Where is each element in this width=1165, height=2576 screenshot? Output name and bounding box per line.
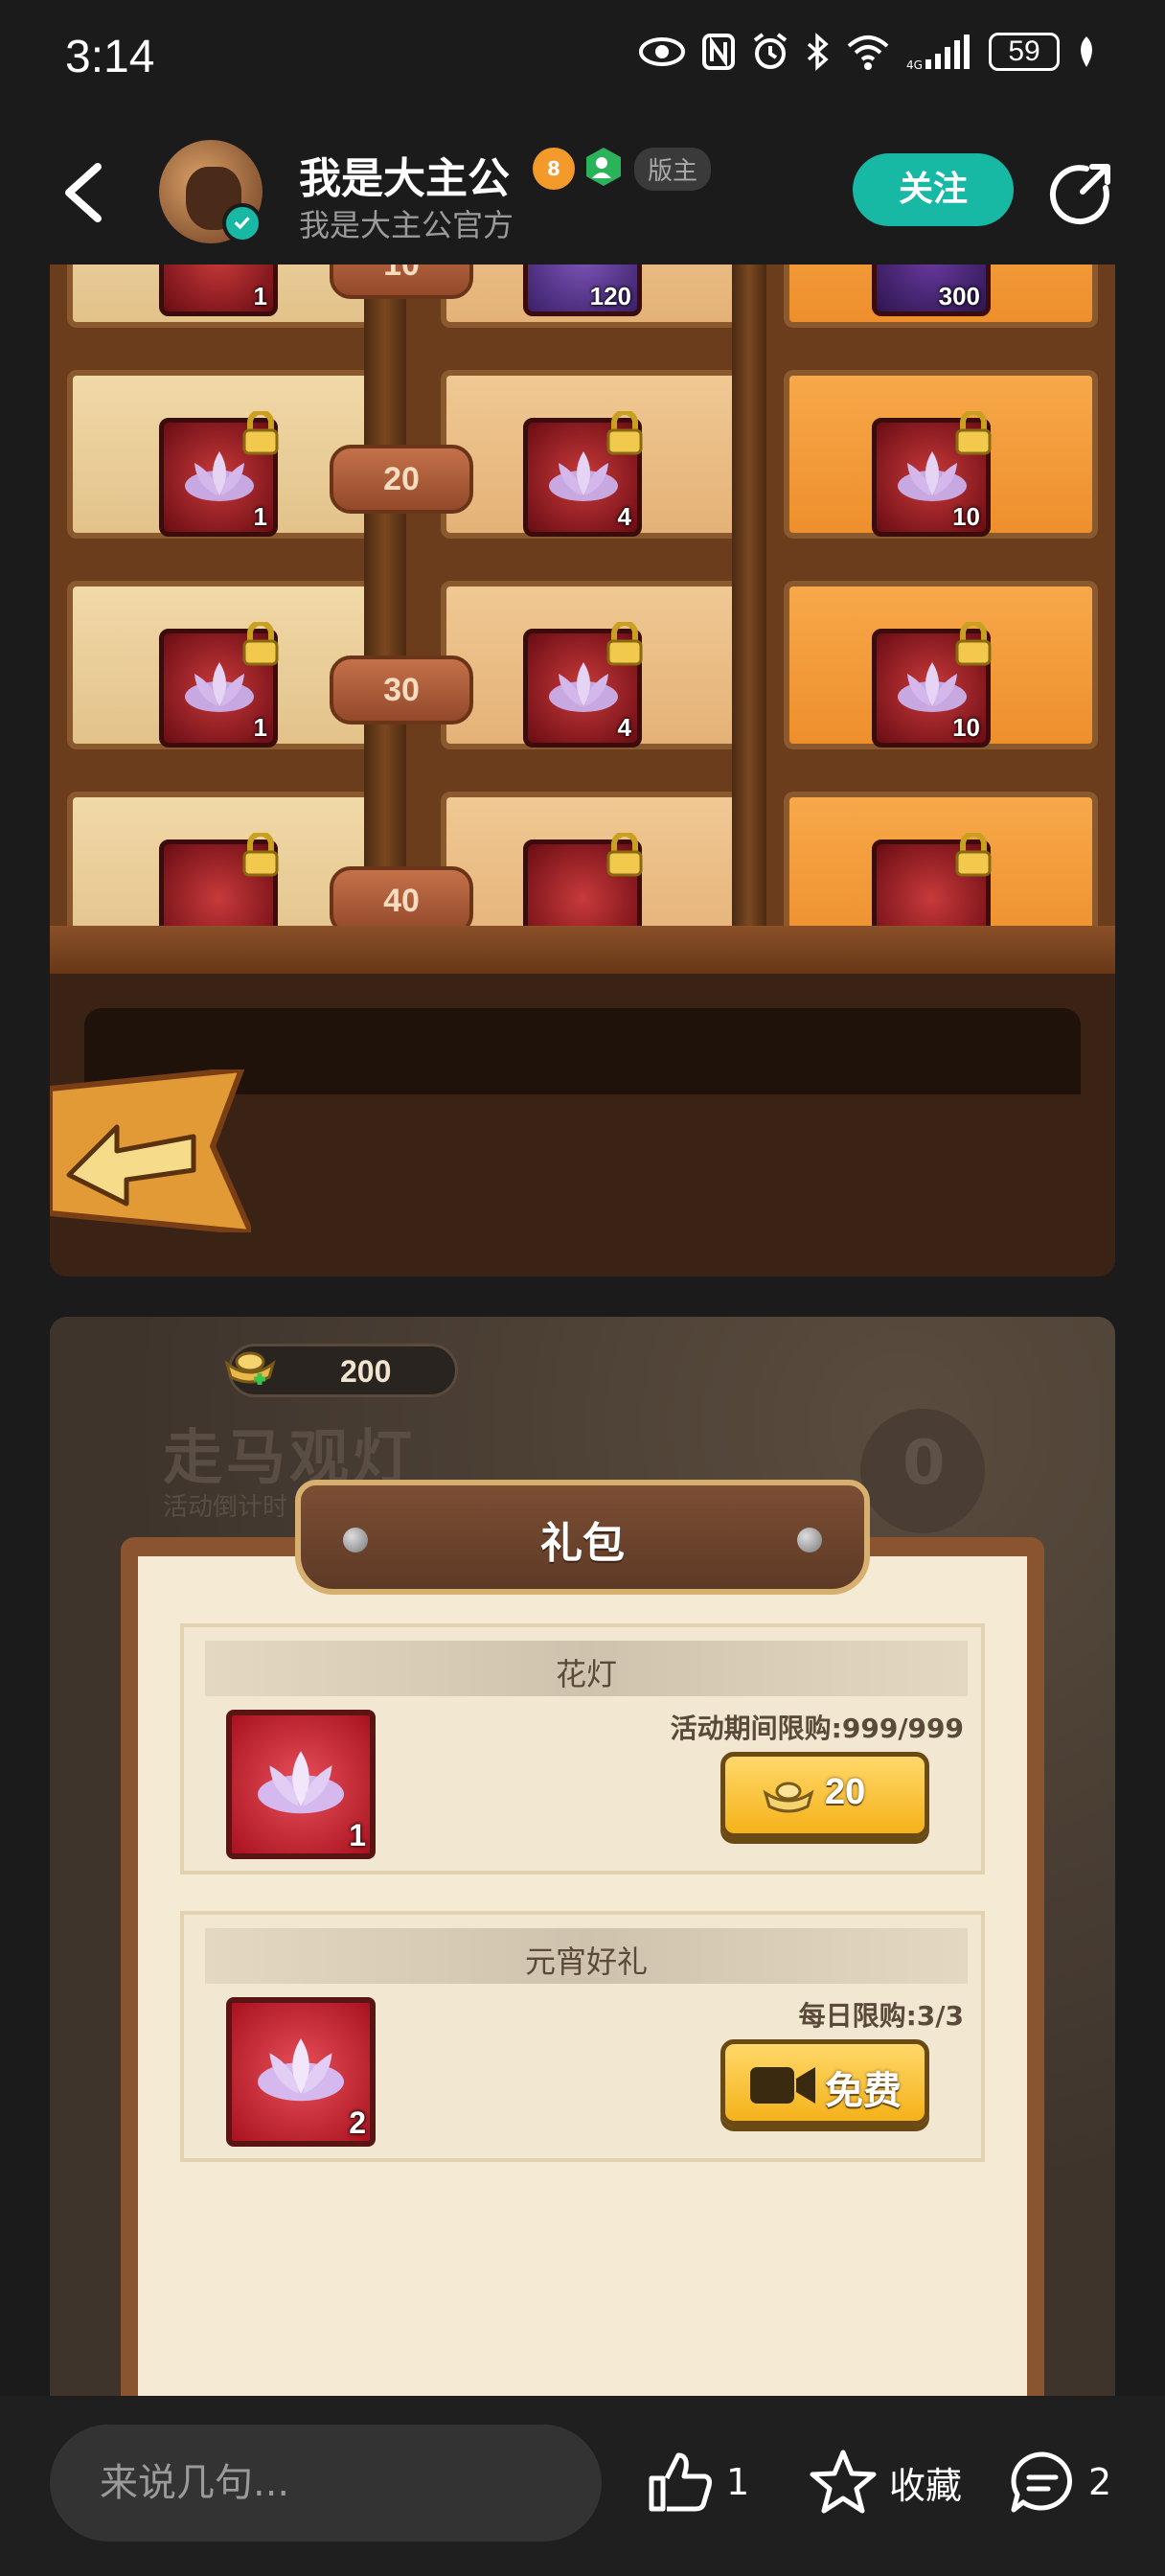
gift-panel-title-plaque: 礼包 (295, 1480, 870, 1595)
post-header: 我是大主公 8 版主 我是大主公官方 关注 (0, 125, 1165, 259)
gift-card: 花灯 1 活动期间限购:999/999 20 (180, 1623, 985, 1874)
lock-icon (955, 833, 992, 877)
comment-count: 2 (1088, 2461, 1112, 2503)
follow-button[interactable]: 关注 (853, 153, 1014, 226)
reward-item: 300 (872, 264, 991, 316)
moderator-icon (586, 148, 621, 186)
video-camera-icon (750, 2067, 815, 2104)
item-quantity: 1 (253, 713, 267, 742)
item-quantity: 1 (253, 502, 267, 531)
lotus-lantern-icon (185, 662, 254, 712)
currency-display: 200 (224, 1344, 458, 1397)
free-claim-button[interactable]: 免费 (720, 2039, 929, 2126)
purchase-limit: 活动期间限购:999/999 (670, 1713, 964, 1744)
shelf-pillar (364, 264, 406, 935)
share-icon[interactable] (1048, 161, 1113, 226)
gift-panel-title: 礼包 (540, 1519, 625, 1568)
level-tag: 10 (330, 264, 473, 299)
favorite-button[interactable]: 收藏 (809, 2444, 962, 2520)
lock-icon (242, 833, 279, 877)
status-bar: 3:14 4G 59 (0, 0, 1165, 115)
lock-icon (242, 622, 279, 666)
gold-ingot-icon (224, 1351, 276, 1385)
reward-item: 120 (523, 264, 642, 316)
buy-price: 20 (825, 1772, 866, 1812)
nfc-icon (702, 34, 735, 70)
lotus-lantern-icon (898, 451, 967, 501)
gift-item[interactable]: 1 (226, 1710, 376, 1859)
reward-item[interactable]: 10 (872, 411, 992, 537)
leaf-icon (1081, 36, 1092, 67)
star-icon (810, 2450, 877, 2514)
post-image-2[interactable]: 200 走马观灯 活动倒计时 0 礼包 花灯 1 活动期间限购:999/999 … (50, 1317, 1115, 2400)
eye-icon (639, 37, 685, 66)
author-name[interactable]: 我是大主公 (299, 144, 510, 205)
currency-amount: 200 (340, 1354, 392, 1389)
comment-input[interactable]: 来说几句... (50, 2425, 602, 2542)
gift-item[interactable]: 2 (226, 1997, 376, 2147)
lotus-lantern-icon (549, 662, 618, 712)
author-subtitle: 我是大主公官方 (299, 207, 514, 243)
lotus-lantern-icon (549, 451, 618, 501)
item-quantity: 10 (952, 713, 980, 742)
lock-icon (955, 622, 992, 666)
lock-icon (606, 833, 643, 877)
counter-value: 0 (902, 1428, 946, 1499)
item-quantity: 4 (617, 502, 631, 531)
signal-icon: 4G (906, 34, 970, 71)
item-quantity: 4 (617, 713, 631, 742)
reward-item: 1 (159, 264, 278, 316)
favorite-label: 收藏 (889, 2464, 963, 2507)
gift-card-title: 花灯 (555, 1656, 617, 1692)
purchase-limit: 每日限购:3/3 (798, 2000, 964, 2032)
level-tag: 30 (330, 656, 473, 724)
buy-button[interactable]: 20 (720, 1752, 929, 1838)
gift-card: 元宵好礼 2 每日限购:3/3 免费 (180, 1911, 985, 2162)
lotus-lantern-icon (258, 2038, 344, 2102)
status-time: 3:14 (65, 32, 155, 82)
lock-icon (606, 622, 643, 666)
battery-indicator: 59 (989, 33, 1060, 71)
svg-text:4G: 4G (906, 58, 923, 71)
wifi-icon (847, 35, 889, 70)
game-back-arrow-icon[interactable] (50, 1070, 251, 1232)
lotus-lantern-icon (258, 1751, 344, 1814)
item-quantity: 10 (952, 502, 980, 531)
reward-item[interactable]: 4 (523, 622, 643, 748)
lock-icon (955, 411, 992, 455)
status-icons: 4G 59 (638, 33, 1098, 71)
post-image-1[interactable]: 1 120 300 10 20 1 4 10 30 1 4 10 40 (50, 264, 1115, 1276)
bluetooth-icon (807, 33, 829, 71)
free-label: 免费 (825, 2069, 902, 2113)
like-button[interactable]: 1 (646, 2444, 749, 2520)
moderator-badge: 版主 (634, 148, 712, 191)
item-quantity: 2 (349, 2105, 366, 2140)
verified-icon (222, 203, 263, 243)
back-icon[interactable] (56, 159, 109, 226)
lotus-lantern-icon (898, 662, 967, 712)
item-quantity: 1 (349, 1818, 366, 1852)
comment-button[interactable]: 2 (1008, 2444, 1111, 2520)
item-quantity: 300 (938, 282, 980, 310)
reward-item[interactable]: 4 (523, 411, 643, 537)
shelf-pillar (732, 264, 766, 935)
lock-icon (242, 411, 279, 455)
alarm-icon (753, 33, 788, 69)
item-quantity: 1 (253, 282, 267, 310)
lock-icon (606, 411, 643, 455)
bottom-action-bar: 来说几句... 1 收藏 2 (0, 2396, 1165, 2576)
reward-item[interactable]: 10 (872, 622, 992, 748)
comment-icon (1011, 2451, 1073, 2513)
level-tag: 20 (330, 445, 473, 514)
event-countdown-background: 活动倒计时 (163, 1493, 288, 1522)
reward-item[interactable]: 1 (159, 622, 279, 748)
item-quantity: 120 (589, 282, 631, 310)
gold-ingot-icon (763, 1782, 814, 1813)
level-badge: 8 (533, 148, 575, 190)
reward-item[interactable]: 1 (159, 411, 279, 537)
lotus-lantern-icon (185, 451, 254, 501)
thumbs-up-icon (649, 2452, 712, 2512)
like-count: 1 (726, 2461, 750, 2503)
gift-card-title: 元宵好礼 (524, 1944, 648, 1980)
